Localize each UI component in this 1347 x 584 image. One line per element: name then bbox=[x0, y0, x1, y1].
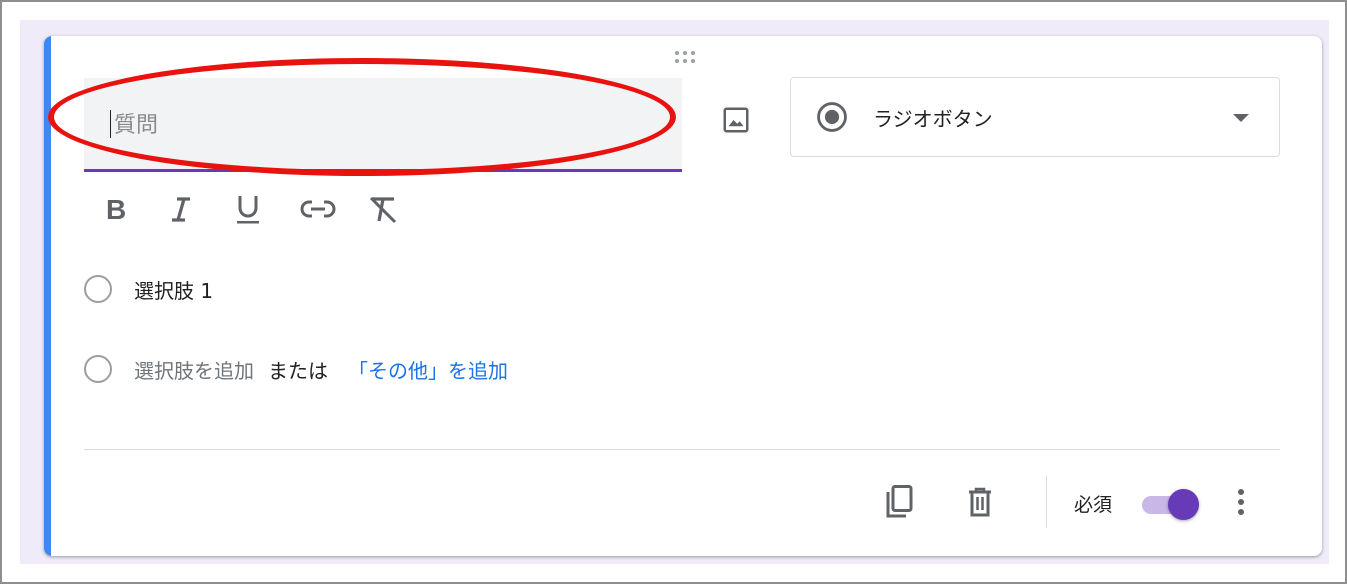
question-input[interactable] bbox=[112, 104, 656, 146]
underline-button[interactable] bbox=[234, 191, 300, 227]
option-label[interactable]: 選択肢 1 bbox=[134, 275, 213, 304]
question-type-label: ラジオボタン bbox=[873, 107, 993, 131]
option-radio-icon bbox=[84, 275, 112, 303]
add-option-row: 選択肢を追加 または 「その他」を追加 bbox=[84, 352, 508, 386]
trash-icon bbox=[969, 487, 991, 517]
drag-handle-icon[interactable] bbox=[671, 50, 699, 64]
question-field[interactable] bbox=[84, 78, 682, 172]
copy-icon bbox=[886, 485, 913, 518]
required-toggle[interactable] bbox=[1140, 488, 1204, 520]
clear-formatting-button[interactable] bbox=[366, 191, 432, 227]
active-card-indicator bbox=[44, 36, 51, 556]
format-toolbar: B bbox=[102, 191, 432, 227]
delete-button[interactable] bbox=[960, 482, 1000, 522]
duplicate-button[interactable] bbox=[878, 482, 918, 522]
add-option-input[interactable]: 選択肢を追加 bbox=[134, 355, 254, 384]
question-card: ラジオボタン B bbox=[44, 36, 1322, 556]
bold-icon: B bbox=[106, 194, 126, 224]
option-radio-icon bbox=[84, 355, 112, 383]
footer-divider bbox=[84, 449, 1280, 450]
underline-icon bbox=[237, 196, 259, 224]
more-vert-icon bbox=[1238, 489, 1244, 515]
question-type-dropdown[interactable]: ラジオボタン bbox=[790, 77, 1280, 157]
more-options-button[interactable] bbox=[1226, 482, 1256, 522]
toggle-thumb bbox=[1168, 489, 1199, 520]
italic-icon bbox=[172, 197, 190, 222]
footer-separator bbox=[1046, 476, 1047, 528]
add-image-button[interactable] bbox=[714, 98, 758, 142]
or-label: または bbox=[268, 358, 328, 383]
link-icon bbox=[300, 200, 336, 218]
clear-format-icon bbox=[369, 196, 397, 224]
svg-text:B: B bbox=[106, 194, 126, 224]
text-caret bbox=[110, 110, 111, 138]
bold-button[interactable]: B bbox=[102, 191, 168, 227]
caret-down-icon bbox=[1233, 114, 1249, 122]
add-other-option-link[interactable]: 「その他」を追加 bbox=[348, 355, 508, 384]
italic-button[interactable] bbox=[168, 191, 234, 227]
screenshot-frame: ラジオボタン B bbox=[0, 0, 1347, 584]
option-row: 選択肢 1 bbox=[84, 272, 213, 306]
radio-button-icon bbox=[817, 102, 847, 132]
required-label: 必須 bbox=[1074, 494, 1113, 516]
image-icon bbox=[723, 107, 749, 133]
insert-link-button[interactable] bbox=[300, 191, 366, 227]
